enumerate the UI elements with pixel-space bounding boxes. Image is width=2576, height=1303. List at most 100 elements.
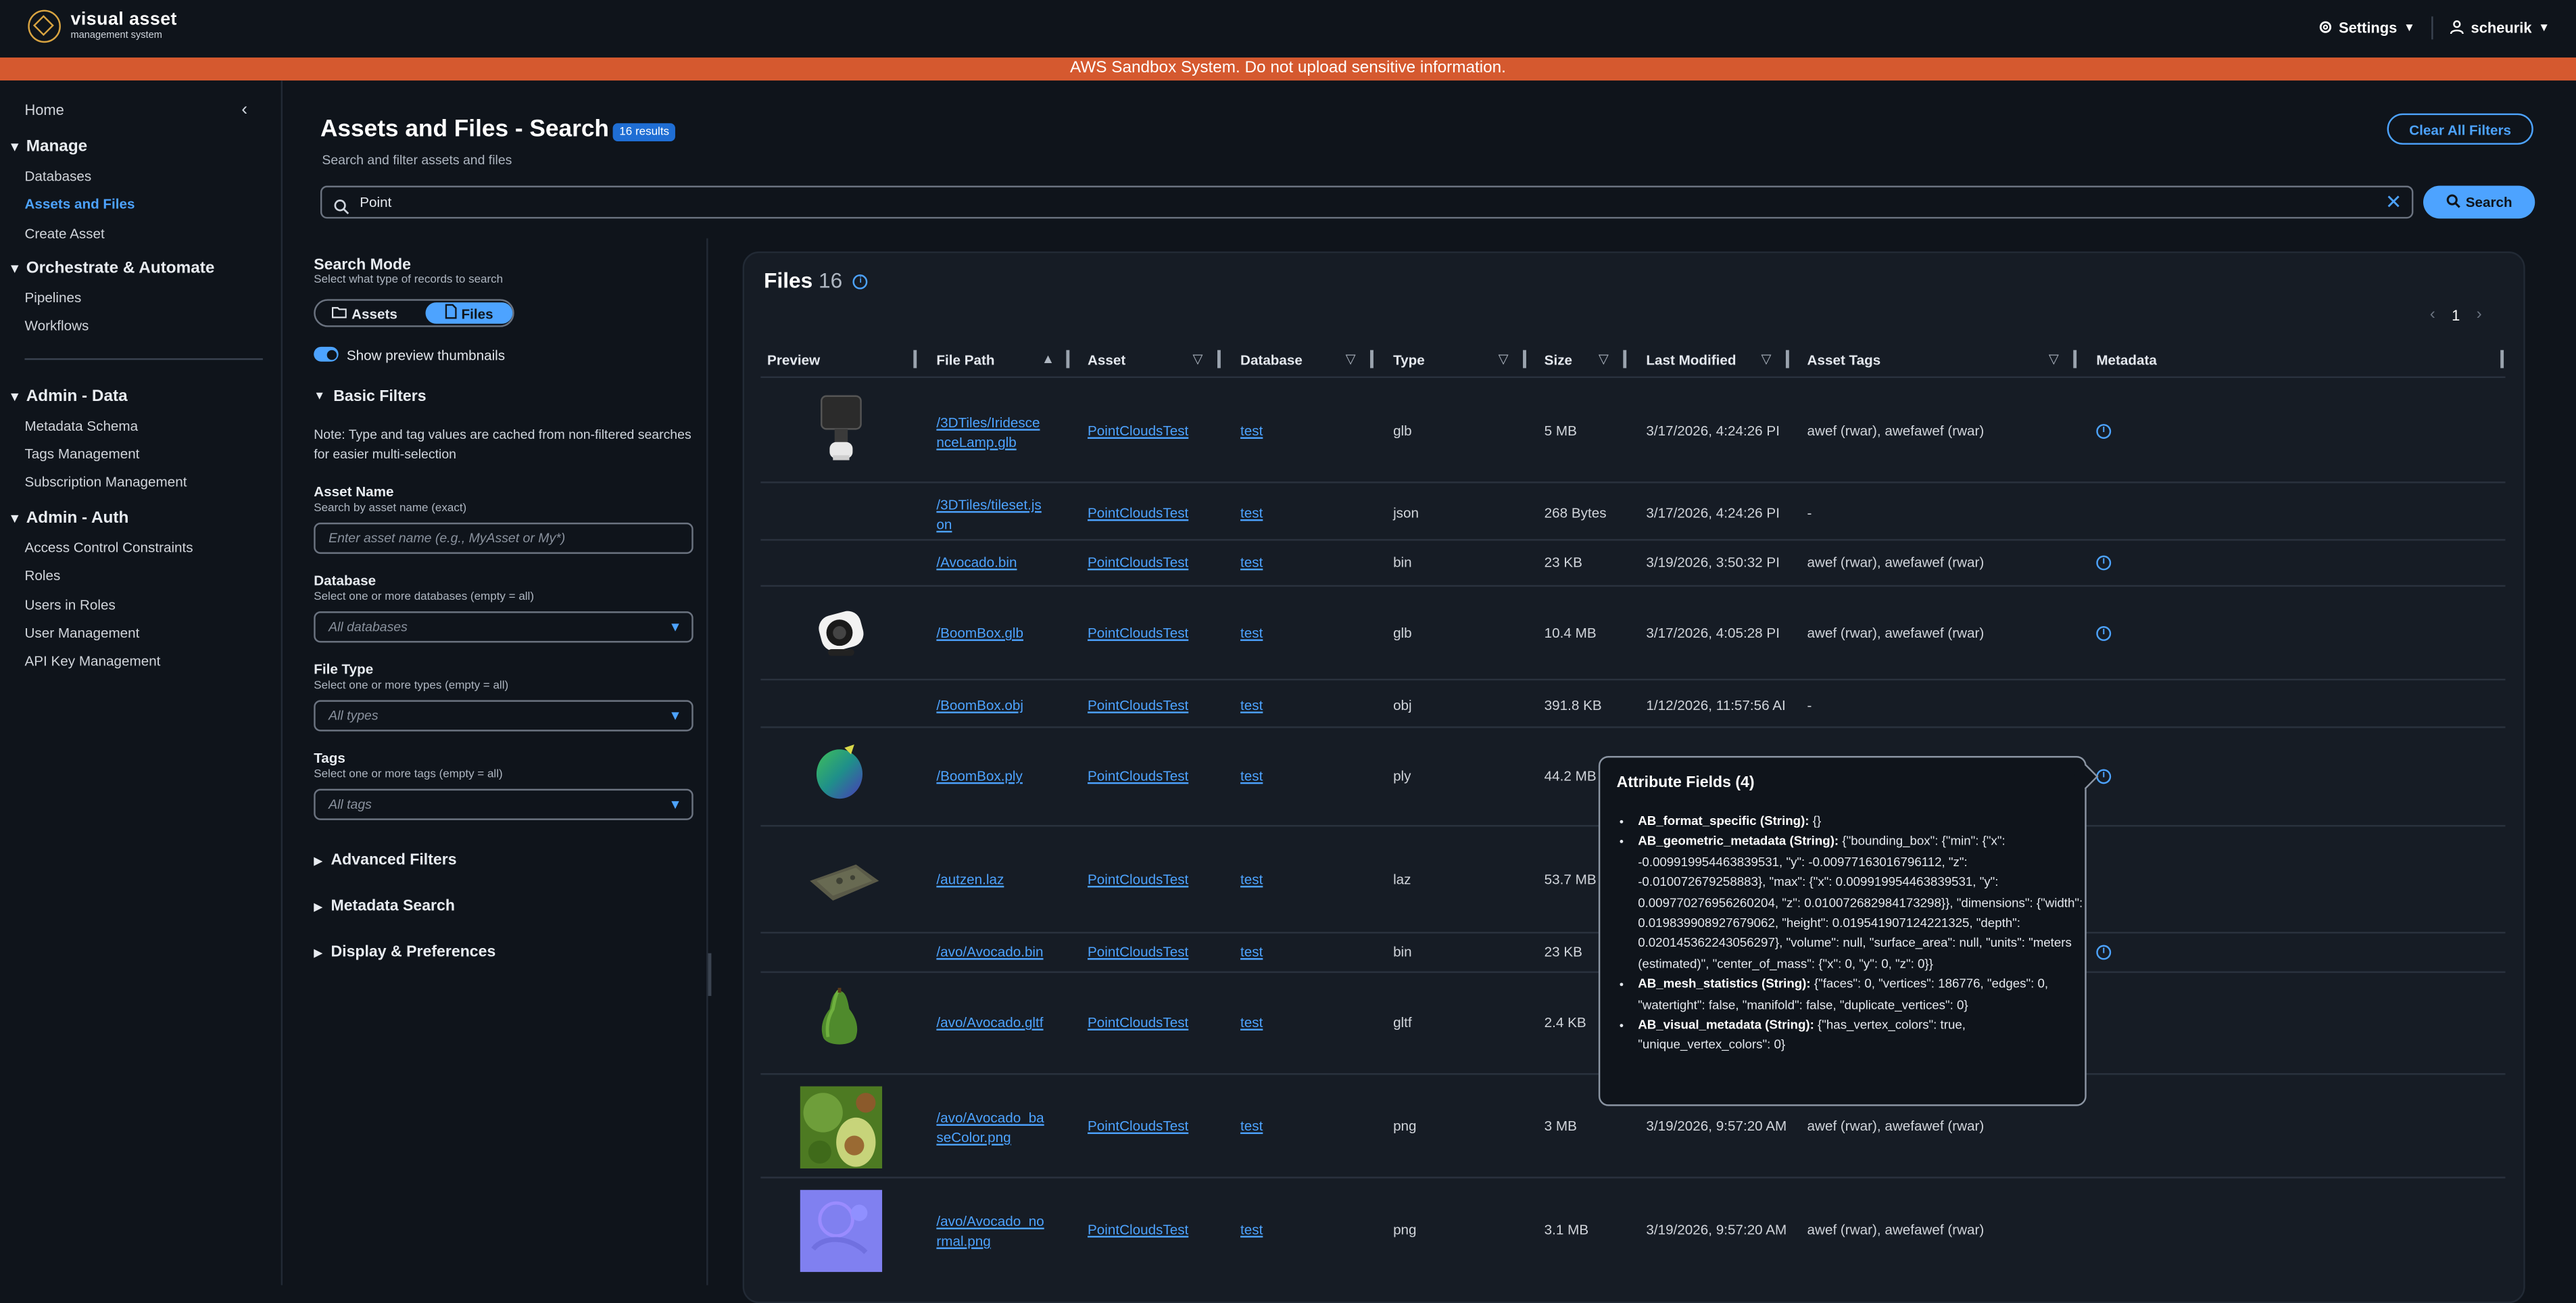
sidebar-item-pipelines[interactable]: Pipelines [24, 289, 81, 306]
filter-icon[interactable]: ▽ [1499, 352, 1509, 366]
database-link[interactable]: test [1240, 423, 1263, 439]
tags-select[interactable]: All tags ▼ [314, 788, 694, 820]
column-size[interactable]: Size [1545, 352, 1572, 368]
sidebar-item-create-asset[interactable]: Create Asset [24, 225, 104, 241]
asset-link[interactable]: PointCloudsTest [1088, 554, 1188, 570]
sidebar-item-tags-management[interactable]: Tags Management [24, 446, 139, 462]
asset-link[interactable]: PointCloudsTest [1088, 767, 1188, 784]
metadata-info-icon[interactable]: i [2096, 555, 2112, 571]
filter-icon[interactable]: ▽ [2049, 352, 2059, 366]
preview-thumbnail[interactable] [818, 987, 860, 1059]
clear-search-icon[interactable]: ✕ [2385, 191, 2402, 214]
asset-link[interactable]: PointCloudsTest [1088, 1221, 1188, 1237]
sidebar-item-metadata-schema[interactable]: Metadata Schema [24, 417, 138, 433]
metadata-info-icon[interactable]: i [2096, 424, 2112, 439]
database-link[interactable]: test [1240, 504, 1263, 521]
database-link[interactable]: test [1240, 554, 1263, 570]
file-type-select[interactable]: All types ▼ [314, 700, 694, 732]
preview-thumbnail[interactable] [800, 1189, 883, 1281]
filter-icon[interactable]: ▽ [1599, 352, 1609, 366]
file-path-link[interactable]: /3DTiles/Iridesce nceLamp.glb [936, 412, 1040, 452]
clear-all-filters-button[interactable]: Clear All Filters [2387, 113, 2533, 145]
sidebar-item-workflows[interactable]: Workflows [24, 317, 89, 333]
sidebar-item-subscription-management[interactable]: Subscription Management [24, 473, 187, 490]
asset-name-input[interactable]: Enter asset name (e.g., MyAsset or My*) [314, 522, 694, 554]
preview-thumbnail[interactable] [815, 603, 868, 671]
column-type[interactable]: Type [1393, 352, 1425, 368]
asset-link[interactable]: PointCloudsTest [1088, 871, 1188, 887]
metadata-search-section[interactable]: ▶ Metadata Search [314, 897, 455, 916]
file-path-link[interactable]: /avo/Avocado.bin [936, 943, 1043, 960]
asset-link[interactable]: PointCloudsTest [1088, 697, 1188, 713]
search-input[interactable]: Point ✕ [320, 185, 2414, 219]
mode-files-button[interactable]: Files [425, 302, 513, 324]
collapse-sidebar-icon[interactable]: ‹ [241, 100, 247, 120]
panel-resize-handle[interactable] [708, 953, 712, 996]
file-path-link[interactable]: /Avocado.bin [936, 554, 1017, 570]
asset-link[interactable]: PointCloudsTest [1088, 423, 1188, 439]
column-resizer[interactable] [1217, 350, 1220, 369]
settings-menu[interactable]: Settings ▼ [2317, 19, 2415, 37]
column-asset-tags[interactable]: Asset Tags [1807, 352, 1881, 368]
sidebar-section-admin-auth[interactable]: ▼ Admin - Auth [8, 509, 128, 527]
column-last-modified[interactable]: Last Modified [1646, 352, 1736, 368]
current-page[interactable]: 1 [2452, 306, 2460, 323]
asset-link[interactable]: PointCloudsTest [1088, 943, 1188, 960]
column-resizer[interactable] [2073, 350, 2076, 369]
asset-link[interactable]: PointCloudsTest [1088, 1014, 1188, 1030]
column-database[interactable]: Database [1240, 352, 1303, 368]
search-button[interactable]: Search [2423, 185, 2535, 219]
sidebar-item-users-in-roles[interactable]: Users in Roles [24, 596, 115, 613]
asset-link[interactable]: PointCloudsTest [1088, 504, 1188, 521]
column-resizer[interactable] [913, 350, 917, 369]
file-path-link[interactable]: /avo/Avocado_no rmal.png [936, 1211, 1044, 1250]
next-page-icon[interactable]: › [2477, 306, 2482, 324]
column-resizer[interactable] [2500, 350, 2503, 369]
column-resizer[interactable] [1066, 350, 1069, 369]
display-preferences-section[interactable]: ▶ Display & Preferences [314, 943, 495, 962]
sidebar-item-api-key-management[interactable]: API Key Management [24, 653, 160, 669]
metadata-info-icon[interactable]: i [2096, 626, 2112, 641]
sidebar-section-manage[interactable]: ▼ Manage [8, 138, 87, 156]
asset-link[interactable]: PointCloudsTest [1088, 1118, 1188, 1134]
column-resizer[interactable] [1623, 350, 1626, 369]
database-link[interactable]: test [1240, 871, 1263, 887]
preview-thumbnail[interactable] [818, 393, 864, 473]
database-link[interactable]: test [1240, 625, 1263, 641]
user-menu[interactable]: scheurik ▼ [2450, 19, 2550, 37]
sidebar-item-assets-and-files[interactable]: Assets and Files [24, 195, 135, 212]
sidebar-item-access-control-constraints[interactable]: Access Control Constraints [24, 539, 193, 555]
sidebar-item-databases[interactable]: Databases [24, 168, 91, 184]
prev-page-icon[interactable]: ‹ [2430, 306, 2435, 324]
filter-icon[interactable]: ▽ [1761, 352, 1771, 366]
database-link[interactable]: test [1240, 943, 1263, 960]
database-link[interactable]: test [1240, 1014, 1263, 1030]
database-link[interactable]: test [1240, 767, 1263, 784]
mode-assets-button[interactable]: Assets [331, 306, 397, 322]
preview-thumbnail[interactable] [800, 1086, 883, 1177]
file-path-link[interactable]: /autzen.laz [936, 871, 1004, 887]
database-link[interactable]: test [1240, 1221, 1263, 1237]
file-path-link[interactable]: /3DTiles/tileset.js on [936, 495, 1041, 534]
file-path-link[interactable]: /avo/Avocado_ba seColor.png [936, 1108, 1044, 1147]
thumbnail-toggle[interactable] [314, 346, 339, 362]
filter-icon[interactable]: ▽ [1346, 352, 1356, 366]
column-resizer[interactable] [1370, 350, 1373, 369]
column-file-path[interactable]: File Path [936, 352, 994, 368]
sidebar-section-admin-data[interactable]: ▼ Admin - Data [8, 388, 127, 406]
metadata-info-icon[interactable]: i [2096, 945, 2112, 960]
sidebar-section-orchestrate[interactable]: ▼ Orchestrate & Automate [8, 260, 214, 278]
advanced-filters-section[interactable]: ▶ Advanced Filters [314, 851, 456, 870]
column-resizer[interactable] [1523, 350, 1526, 369]
asset-link[interactable]: PointCloudsTest [1088, 625, 1188, 641]
info-icon[interactable]: i [853, 275, 869, 289]
preview-thumbnail[interactable] [815, 743, 868, 811]
file-path-link[interactable]: /avo/Avocado.gltf [936, 1014, 1043, 1030]
preview-thumbnail[interactable] [806, 861, 882, 912]
database-link[interactable]: test [1240, 697, 1263, 713]
sidebar-item-roles[interactable]: Roles [24, 567, 60, 584]
file-path-link[interactable]: /BoomBox.ply [936, 767, 1022, 784]
metadata-info-icon[interactable]: i [2096, 769, 2112, 784]
filter-icon[interactable]: ▽ [1193, 352, 1203, 366]
basic-filters-section[interactable]: ▼ Basic Filters [314, 388, 426, 406]
